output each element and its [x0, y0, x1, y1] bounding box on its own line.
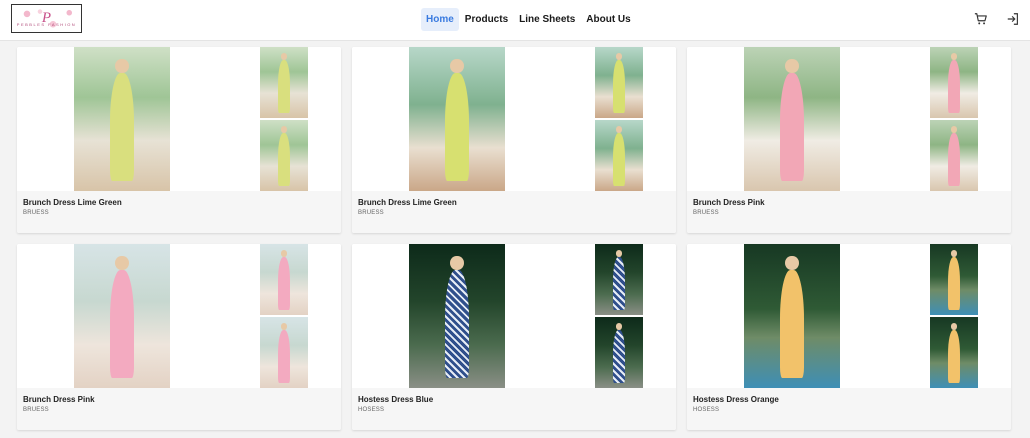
product-media [17, 47, 341, 191]
product-info: Brunch Dress Pink BRUESS [687, 191, 1011, 233]
nav-about-us[interactable]: About Us [581, 8, 635, 31]
product-card[interactable]: Brunch Dress Lime Green BRUESS [17, 47, 341, 233]
brand-logo[interactable]: P PEBBLES FASHION [11, 4, 82, 33]
product-card[interactable]: Brunch Dress Lime Green BRUESS [352, 47, 676, 233]
product-title[interactable]: Brunch Dress Lime Green [358, 198, 670, 207]
product-thumbnail[interactable] [595, 120, 643, 191]
product-sku: BRUESS [693, 210, 719, 216]
product-title[interactable]: Brunch Dress Lime Green [23, 198, 335, 207]
main-nav: Home Products Line Sheets About Us [421, 8, 637, 31]
product-media [687, 47, 1011, 191]
product-card[interactable]: Brunch Dress Pink BRUESS [17, 244, 341, 430]
product-card[interactable]: Hostess Dress Blue HOSESS [352, 244, 676, 430]
product-media [687, 244, 1011, 388]
product-media [17, 244, 341, 388]
product-sku: HOSESS [358, 407, 385, 413]
header-actions [974, 12, 1020, 26]
product-thumbnails [930, 47, 978, 191]
product-grid: Brunch Dress Lime Green BRUESS Brunch Dr… [17, 47, 1011, 430]
product-thumbnail[interactable] [595, 244, 643, 315]
product-main-image[interactable] [744, 47, 840, 191]
product-thumbnail[interactable] [260, 317, 308, 388]
top-navbar: P PEBBLES FASHION Home Products Line She… [0, 0, 1030, 41]
product-sku: BRUESS [358, 210, 384, 216]
logout-icon[interactable] [1006, 12, 1020, 26]
nav-home[interactable]: Home [421, 8, 459, 31]
nav-line-sheets[interactable]: Line Sheets [514, 8, 580, 31]
product-thumbnails [260, 244, 308, 388]
product-media [352, 47, 676, 191]
product-main-image[interactable] [409, 47, 505, 191]
product-title[interactable]: Brunch Dress Pink [23, 395, 335, 404]
product-title[interactable]: Hostess Dress Blue [358, 395, 670, 404]
product-thumbnail[interactable] [930, 120, 978, 191]
product-main-image[interactable] [744, 244, 840, 388]
cart-icon[interactable] [974, 12, 988, 26]
product-thumbnail[interactable] [260, 47, 308, 118]
product-thumbnail[interactable] [595, 47, 643, 118]
logo-wordmark: PEBBLES FASHION [16, 22, 77, 27]
product-main-image[interactable] [409, 244, 505, 388]
product-thumbnails [260, 47, 308, 191]
product-thumbnails [595, 244, 643, 388]
product-title[interactable]: Hostess Dress Orange [693, 395, 1005, 404]
product-thumbnail[interactable] [595, 317, 643, 388]
product-info: Brunch Dress Lime Green BRUESS [17, 191, 341, 233]
product-info: Brunch Dress Lime Green BRUESS [352, 191, 676, 233]
product-sku: BRUESS [23, 407, 49, 413]
product-sku: BRUESS [23, 210, 49, 216]
product-title[interactable]: Brunch Dress Pink [693, 198, 1005, 207]
product-thumbnail[interactable] [260, 120, 308, 191]
product-thumbnail[interactable] [930, 317, 978, 388]
product-thumbnails [595, 47, 643, 191]
product-main-image[interactable] [74, 47, 170, 191]
product-thumbnail[interactable] [930, 47, 978, 118]
product-card[interactable]: Brunch Dress Pink BRUESS [687, 47, 1011, 233]
product-info: Brunch Dress Pink BRUESS [17, 388, 341, 430]
product-sku: HOSESS [693, 407, 720, 413]
product-thumbnail[interactable] [930, 244, 978, 315]
nav-products[interactable]: Products [460, 8, 513, 31]
product-info: Hostess Dress Blue HOSESS [352, 388, 676, 430]
product-main-image[interactable] [74, 244, 170, 388]
product-card[interactable]: Hostess Dress Orange HOSESS [687, 244, 1011, 430]
product-thumbnail[interactable] [260, 244, 308, 315]
product-info: Hostess Dress Orange HOSESS [687, 388, 1011, 430]
product-media [352, 244, 676, 388]
product-thumbnails [930, 244, 978, 388]
